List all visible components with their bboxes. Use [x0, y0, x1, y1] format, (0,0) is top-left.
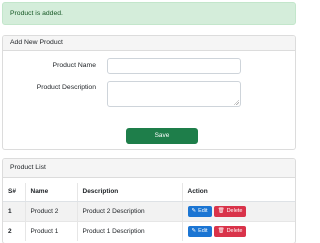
- row-sn: 1: [3, 200, 25, 221]
- add-product-header: Add New Product: [3, 36, 295, 51]
- trash-icon: 🗑: [217, 227, 225, 234]
- row-actions: ✎ Edit 🗑 Delete: [181, 220, 295, 241]
- edit-label: Edit: [198, 207, 208, 214]
- success-alert: Product is added.: [2, 2, 296, 25]
- column-header-description: Description: [76, 183, 182, 202]
- delete-label: Delete: [226, 207, 243, 214]
- edit-button[interactable]: ✎ Edit: [187, 225, 212, 237]
- product-name-label: Product Name: [52, 62, 96, 69]
- product-table: S# Name Description Action 1 Product 2 P…: [3, 183, 295, 241]
- row-name: Product 2: [24, 200, 77, 221]
- delete-label: Delete: [226, 227, 243, 234]
- product-list-header: Product List: [3, 159, 295, 178]
- column-header-action: Action: [181, 183, 295, 202]
- edit-icon: ✎: [191, 227, 197, 234]
- delete-button[interactable]: 🗑 Delete: [213, 225, 247, 237]
- table-row: 1 Product 2 Product 2 Description ✎ Edit 🗑…: [3, 200, 295, 221]
- row-name: Product 1: [24, 220, 77, 241]
- edit-button[interactable]: ✎ Edit: [187, 205, 212, 217]
- resize-grip-icon[interactable]: [234, 100, 239, 105]
- product-description-textarea[interactable]: [107, 81, 241, 107]
- add-product-card: Add New Product Product Name Product Des…: [2, 35, 296, 150]
- product-description-label: Product Description: [36, 84, 96, 91]
- alert-message: Product is added.: [10, 10, 63, 17]
- row-description: Product 2 Description: [76, 200, 182, 221]
- delete-button[interactable]: 🗑 Delete: [213, 205, 247, 217]
- table-row: 2 Product 1 Product 1 Description ✎ Edit 🗑…: [3, 220, 295, 241]
- product-name-input[interactable]: [107, 58, 241, 74]
- column-header-name: Name: [24, 183, 77, 202]
- edit-icon: ✎: [191, 207, 197, 214]
- table-header-row: S# Name Description Action: [3, 183, 295, 202]
- row-sn: 2: [3, 220, 25, 241]
- row-actions: ✎ Edit 🗑 Delete: [181, 200, 295, 221]
- row-description: Product 1 Description: [76, 220, 182, 241]
- product-list-card: Product List S# Name Description Action …: [2, 158, 296, 243]
- column-header-sn: S#: [3, 183, 25, 202]
- save-button[interactable]: Save: [126, 128, 198, 144]
- trash-icon: 🗑: [217, 207, 225, 214]
- edit-label: Edit: [198, 227, 208, 234]
